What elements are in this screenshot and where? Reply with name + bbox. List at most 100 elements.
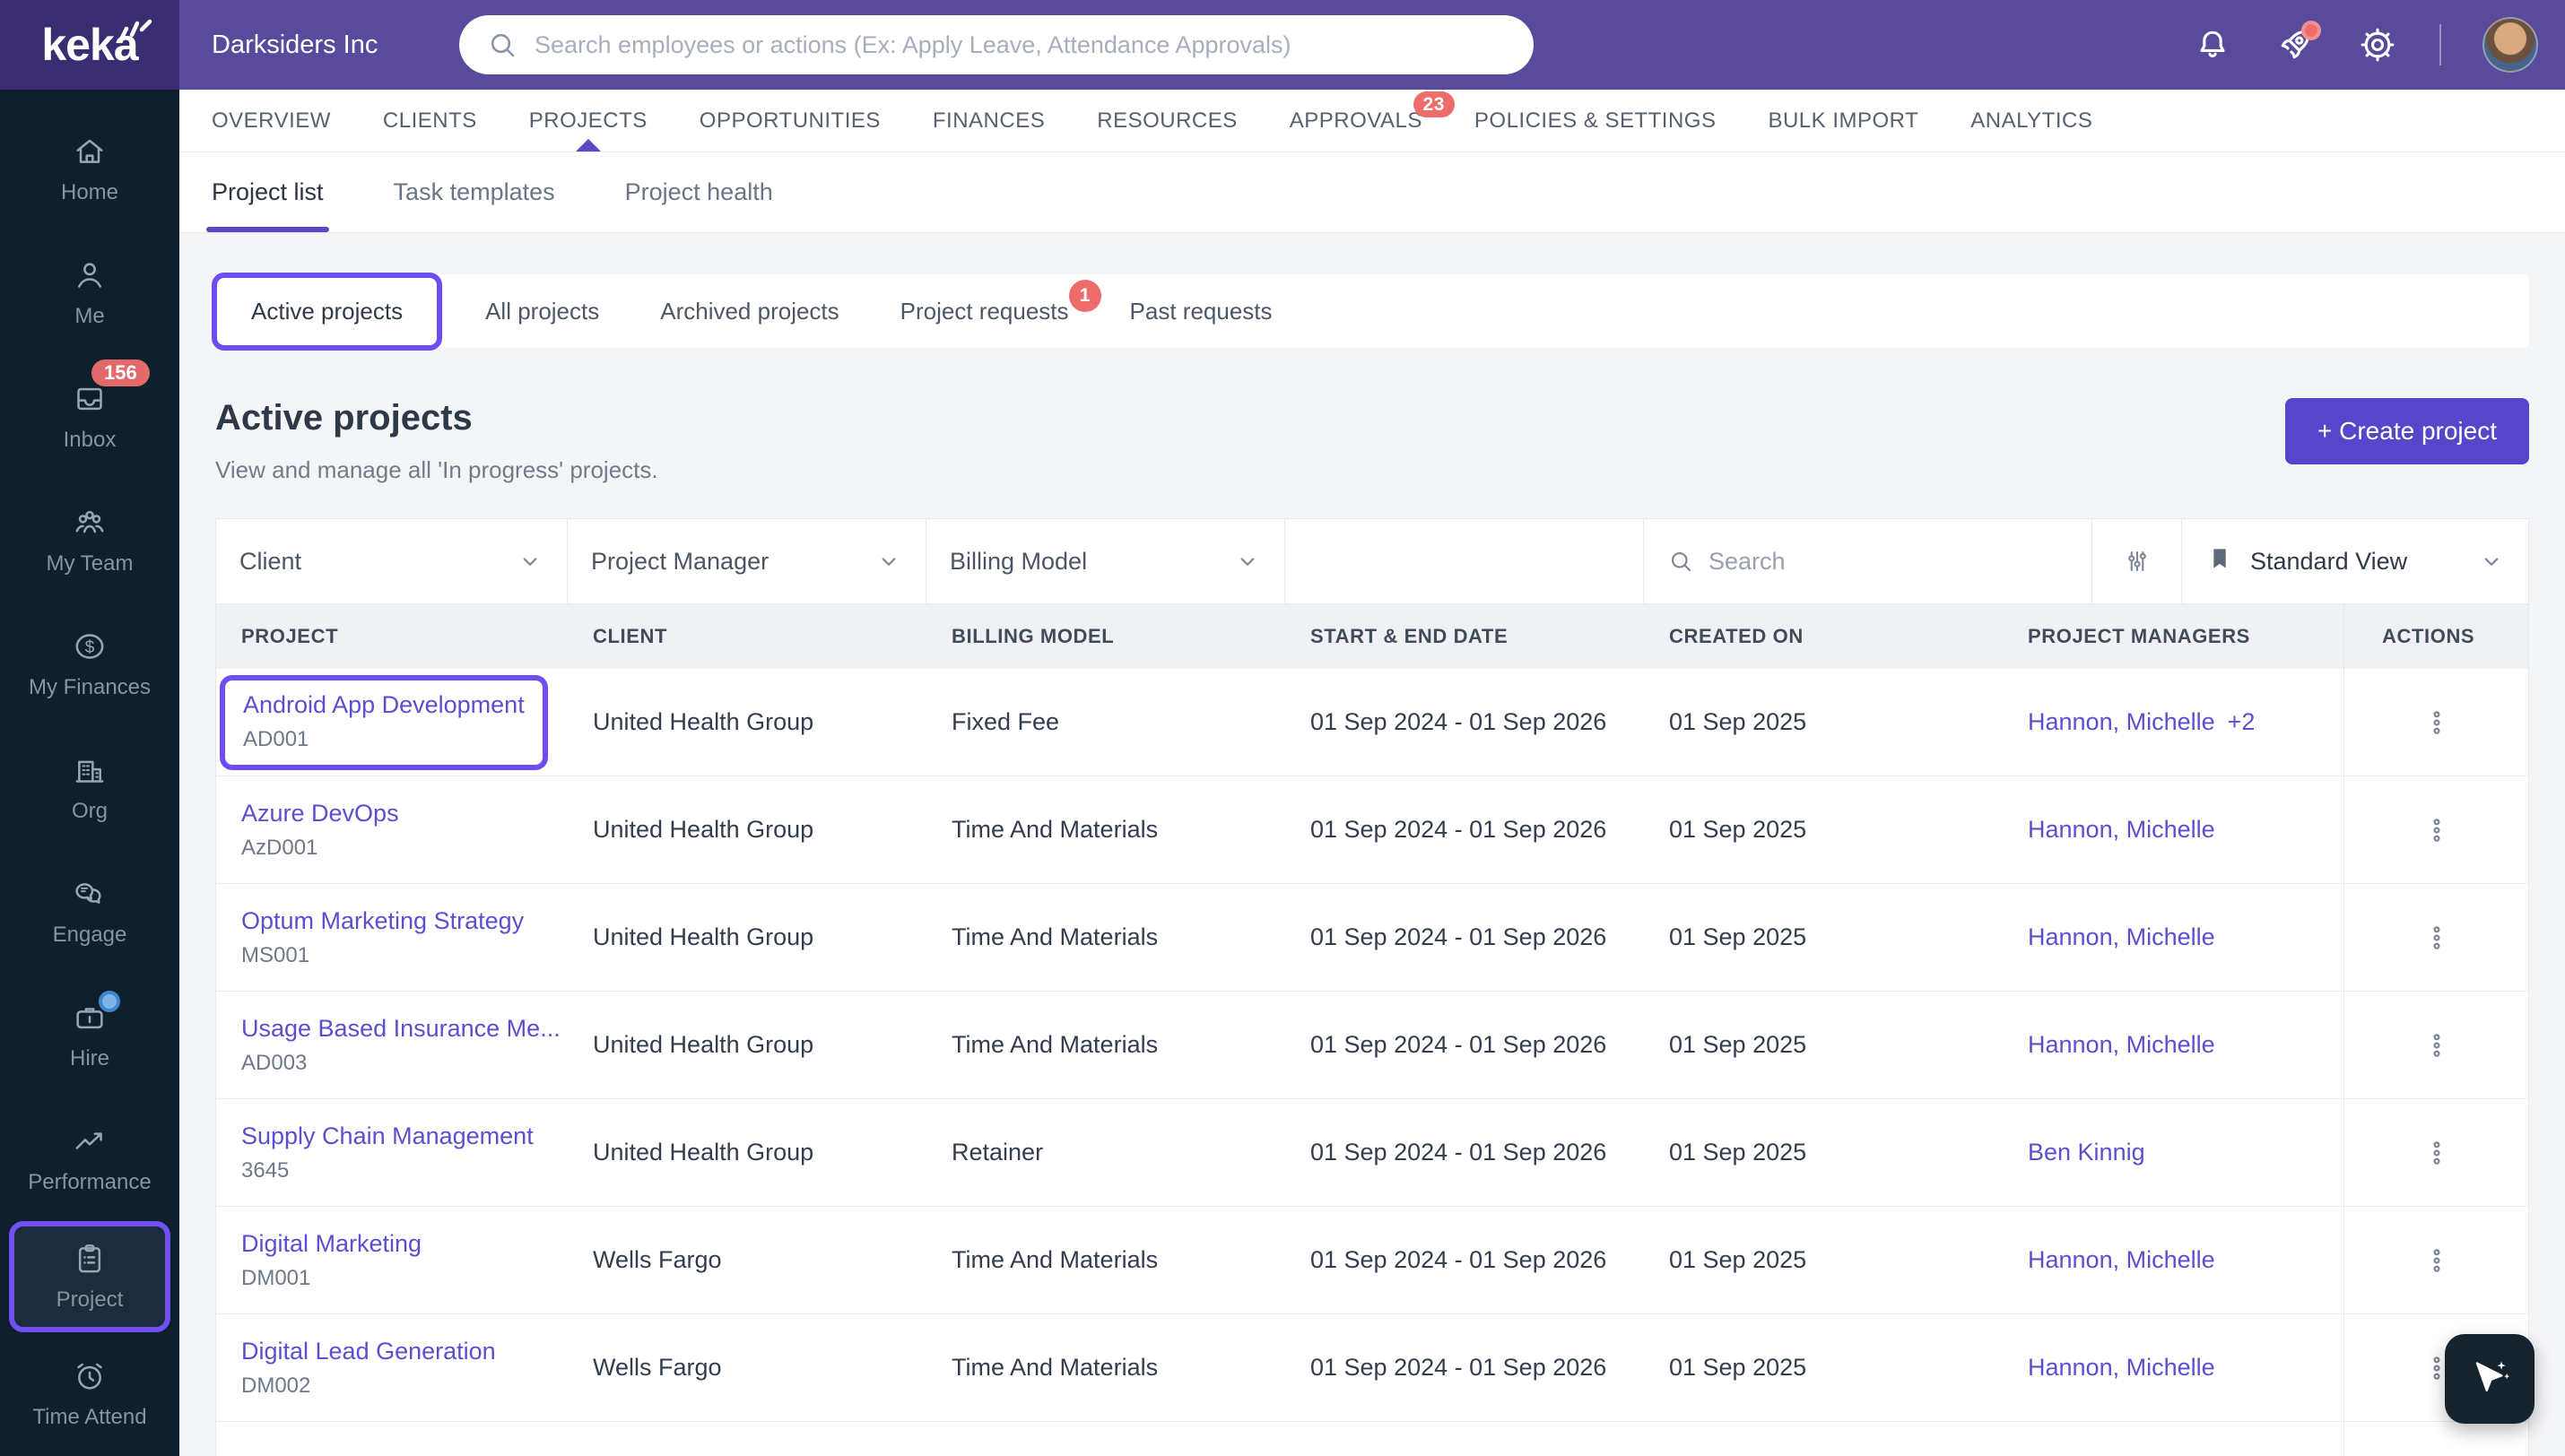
billing-model-filter-dropdown[interactable]: Billing Model [926, 519, 1285, 603]
primary-nav: OVERVIEW CLIENTS PROJECTS OPPORTUNITIES FINA… [179, 90, 2565, 152]
keka-logo[interactable]: keka [0, 0, 179, 90]
nav-tab-finances[interactable]: FINANCES [933, 90, 1045, 152]
subtab-task-templates[interactable]: Task templates [394, 152, 555, 232]
home-icon [72, 134, 108, 169]
view-tab-active-projects[interactable]: Active projects [212, 272, 443, 351]
manager-link[interactable]: Hannon, Michelle [2028, 923, 2215, 950]
manager-link[interactable]: Hannon, Michelle [2028, 708, 2215, 735]
cell-billing-model: Time And Materials [952, 1031, 1159, 1058]
view-tab-project-requests[interactable]: Project requests 1 [870, 279, 1101, 325]
global-search[interactable] [459, 15, 1534, 74]
cell-billing-model: Time And Materials [952, 816, 1159, 843]
project-link[interactable]: Optum Marketing Strategy [241, 907, 568, 935]
nav-tab-bulk-import[interactable]: BULK IMPORT [1768, 90, 1918, 152]
manager-link[interactable]: Hannon, Michelle [2028, 1354, 2215, 1381]
sidebar-item-my-finances[interactable]: $ My Finances [0, 602, 179, 726]
table-row: Usage Based Insurance Me... AD003 United H… [216, 992, 2528, 1099]
sidebar-item-home[interactable]: Home [0, 108, 179, 231]
sidebar: Home Me 156 Inbox My Team $ My Finances Org Enga… [0, 90, 179, 1456]
column-header-actions: ACTIONS [2343, 604, 2528, 669]
nav-tab-resources[interactable]: RESOURCES [1097, 90, 1238, 152]
subtab-project-list[interactable]: Project list [206, 152, 329, 232]
gear-icon [2358, 25, 2397, 65]
sidebar-item-hire[interactable]: Hire [0, 974, 179, 1097]
cell-start-end-date: 01 Sep 2024 - 01 Sep 2026 [1310, 923, 1607, 950]
nav-tab-analytics[interactable]: ANALYTICS [1970, 90, 2092, 152]
project-code: 3645 [241, 1157, 290, 1183]
project-link[interactable]: Usage Based Insurance Me... [241, 1015, 568, 1043]
cell-client: United Health Group [593, 923, 814, 950]
sidebar-item-me[interactable]: Me [0, 231, 179, 355]
project-link[interactable]: Digital Marketing [241, 1230, 568, 1258]
row-actions-kebab-button[interactable] [2410, 696, 2464, 750]
project-code: AD001 [243, 726, 309, 751]
project-link[interactable]: Supply Chain Management [241, 1122, 568, 1150]
manager-link[interactable]: Hannon, Michelle [2028, 1246, 2215, 1273]
search-icon [1667, 548, 1694, 575]
create-project-button[interactable]: + Create project [2285, 398, 2529, 464]
chevron-down-icon [875, 548, 902, 575]
page-title: Active projects [215, 398, 473, 438]
row-actions-kebab-button[interactable] [2410, 1234, 2464, 1287]
project-manager-filter-dropdown[interactable]: Project Manager [568, 519, 926, 603]
subtab-project-health[interactable]: Project health [625, 152, 773, 232]
nav-tab-projects[interactable]: PROJECTS [529, 90, 648, 152]
sidebar-item-project[interactable]: Project [9, 1221, 170, 1332]
project-link[interactable]: Digital Lead Generation [241, 1338, 568, 1365]
cell-billing-model: Time And Materials [952, 1354, 1159, 1381]
nav-tab-approvals[interactable]: APPROVALS 23 [1290, 90, 1455, 152]
sidebar-item-time-attend[interactable]: Time Attend [0, 1332, 179, 1456]
managers-more-link[interactable]: +2 [2228, 708, 2256, 735]
sidebar-item-performance[interactable]: Performance [0, 1097, 179, 1221]
client-filter-dropdown[interactable]: Client [216, 519, 568, 603]
view-tab-archived-projects[interactable]: Archived projects [630, 298, 869, 325]
manager-link[interactable]: Ben Kinnig [2028, 1139, 2145, 1166]
row-actions-kebab-button[interactable] [2410, 1018, 2464, 1072]
table-search[interactable] [1644, 519, 2092, 603]
global-search-input[interactable] [535, 30, 1507, 59]
project-link[interactable]: Azure DevOps [241, 800, 568, 828]
sidebar-item-org[interactable]: Org [0, 726, 179, 850]
page-head: Active projects View and manage all 'In … [215, 398, 2529, 484]
whats-new-rocket-icon[interactable] [2274, 21, 2321, 65]
sidebar-item-inbox[interactable]: 156 Inbox [0, 355, 179, 479]
view-tab-past-requests[interactable]: Past requests [1100, 298, 1303, 325]
row-actions-kebab-button[interactable] [2410, 803, 2464, 857]
view-selector-dropdown[interactable]: Standard View [2182, 519, 2528, 603]
view-tab-all-projects[interactable]: All projects [455, 298, 630, 325]
project-icon [72, 1241, 108, 1277]
settings-gear-icon[interactable] [2357, 24, 2398, 65]
nav-tab-policies-settings[interactable]: POLICIES & SETTINGS [1474, 90, 1717, 152]
cell-created-on: 01 Sep 2025 [1669, 816, 1807, 843]
top-icons [2192, 17, 2538, 73]
cell-project: Supply Chain Management 3645 [216, 1122, 568, 1183]
manager-link[interactable]: Hannon, Michelle [2028, 1031, 2215, 1058]
sidebar-item-my-team[interactable]: My Team [0, 479, 179, 602]
cell-project: Digital Lead Generation DM002 [216, 1338, 568, 1399]
cell-created-on: 01 Sep 2025 [1669, 1354, 1807, 1381]
table-search-input[interactable] [1709, 547, 2068, 576]
ai-assistant-button[interactable] [2445, 1334, 2535, 1424]
row-actions-kebab-button[interactable] [2410, 1449, 2464, 1456]
notifications-bell-icon[interactable] [2192, 24, 2233, 65]
nav-tab-opportunities[interactable]: OPPORTUNITIES [700, 90, 881, 152]
cell-project: Usage Based Insurance Me... AD003 [216, 1015, 568, 1076]
row-actions-kebab-button[interactable] [2410, 1126, 2464, 1180]
column-settings-button[interactable] [2092, 519, 2182, 603]
nav-tab-clients[interactable]: CLIENTS [383, 90, 477, 152]
project-link[interactable]: Android App Development [243, 691, 525, 719]
nav-tab-overview[interactable]: OVERVIEW [212, 90, 331, 152]
hire-status-dot [99, 991, 120, 1012]
filters-empty-cell [1285, 519, 1644, 603]
column-header-billing-model: BILLING MODEL [952, 625, 1115, 647]
user-avatar[interactable] [2482, 17, 2538, 73]
cell-created-on: 01 Sep 2025 [1669, 1139, 1807, 1166]
table-row: Supply Chain Management 3645 United Health… [216, 1099, 2528, 1207]
project-code: MS001 [241, 942, 310, 967]
hire-icon [72, 991, 120, 1036]
engage-icon [72, 876, 108, 912]
row-actions-kebab-button[interactable] [2410, 911, 2464, 965]
sidebar-item-engage[interactable]: Engage [0, 850, 179, 974]
cell-start-end-date: 01 Sep 2024 - 01 Sep 2026 [1310, 816, 1607, 843]
manager-link[interactable]: Hannon, Michelle [2028, 816, 2215, 843]
